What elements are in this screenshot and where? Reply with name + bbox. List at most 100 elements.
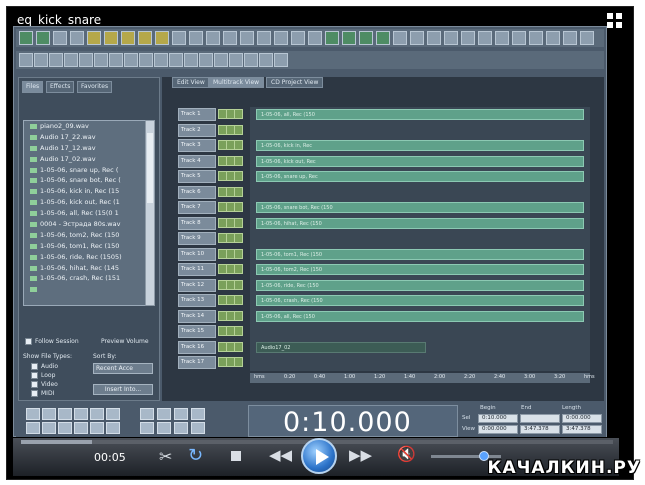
toolbar-button[interactable] [70, 31, 84, 45]
track-lane[interactable] [250, 231, 590, 245]
track-lane[interactable] [250, 123, 590, 137]
audio-clip[interactable]: 1-05-06, kick in, Rec [256, 140, 584, 151]
track-toggle-button[interactable] [234, 310, 243, 321]
toolbar-button[interactable] [529, 31, 543, 45]
track-lane[interactable]: 1-05-06, tom1, Rec (150 [250, 247, 590, 261]
toolbar-button[interactable] [342, 31, 356, 45]
track-header[interactable]: Track 7 [178, 200, 243, 214]
repeat-icon[interactable]: ↻ [188, 445, 203, 466]
list-item[interactable] [24, 284, 146, 295]
track-lane[interactable]: 1-05-06, snare up, Rec [250, 169, 590, 183]
track-header[interactable]: Track 12 [178, 278, 243, 292]
transport-button[interactable] [74, 408, 88, 420]
track-toggle-button[interactable] [234, 264, 243, 274]
toolbar-button[interactable] [49, 53, 63, 67]
track-name[interactable]: Track 11 [178, 263, 216, 276]
list-item[interactable]: Audio 17_22.wav [24, 132, 146, 143]
track-lane[interactable]: 1-05-06, ride, Rec (150 [250, 278, 590, 292]
toolbar-button[interactable] [563, 31, 577, 45]
track-header[interactable]: Track 2 [178, 123, 243, 137]
transport-button[interactable] [26, 408, 40, 420]
track-lane[interactable]: 1-05-06, tom2, Rec (150 [250, 262, 590, 276]
track-lane[interactable]: 1-05-06, all, Rec (150 [250, 309, 590, 323]
mute-icon[interactable]: 🔇 [397, 445, 416, 463]
toolbar-button[interactable] [257, 31, 271, 45]
track-name[interactable]: Track 7 [178, 201, 216, 214]
tab-edit-view[interactable]: Edit View [172, 77, 210, 88]
toolbar-button[interactable] [138, 31, 152, 45]
toolbar-button[interactable] [189, 31, 203, 45]
list-item[interactable]: 1-05-06, crash, Rec (151 [24, 273, 146, 284]
toolbar-button[interactable] [214, 53, 228, 67]
play-button[interactable] [301, 438, 337, 474]
track-name[interactable]: Track 15 [178, 325, 216, 338]
track-toggle-button[interactable] [234, 248, 243, 259]
transport-button[interactable] [26, 422, 40, 434]
track-name[interactable]: Track 1 [178, 108, 216, 121]
track-lane[interactable] [250, 355, 590, 369]
toolbar-button[interactable] [139, 53, 153, 67]
track-name[interactable]: Track 17 [178, 356, 216, 369]
track-toggle-button[interactable] [234, 171, 243, 181]
track-name[interactable]: Track 3 [178, 139, 216, 152]
toolbar-button[interactable] [223, 31, 237, 45]
track-toggle-button[interactable] [234, 202, 243, 212]
track-name[interactable]: Track 5 [178, 170, 216, 183]
track-name[interactable]: Track 4 [178, 154, 216, 168]
sort-by-select[interactable]: Recent Acce [93, 363, 153, 374]
track-header[interactable]: Track 14 [178, 309, 243, 323]
toolbar-button[interactable] [19, 31, 33, 45]
toolbar-button[interactable] [244, 53, 258, 67]
audio-clip[interactable]: 1-05-06, crash, Rec (150 [256, 295, 584, 306]
toolbar-button[interactable] [79, 53, 93, 67]
track-lane[interactable]: 1-05-06, kick out, Rec [250, 154, 590, 168]
track-toggle-button[interactable] [234, 155, 243, 166]
track-lane[interactable] [250, 185, 590, 199]
track-name[interactable]: Track 2 [178, 123, 216, 137]
toolbar-button[interactable] [155, 31, 169, 45]
track-name[interactable]: Track 13 [178, 294, 216, 307]
toolbar-button[interactable] [206, 31, 220, 45]
list-item[interactable]: 1-05-06, snare up, Rec ( [24, 165, 146, 176]
audio-type-checkbox[interactable] [31, 363, 38, 370]
track-header[interactable]: Track 9 [178, 231, 243, 245]
transport-button[interactable] [42, 408, 56, 420]
list-item[interactable]: 1-05-06, kick out, Rec (1 [24, 197, 146, 208]
audio-clip[interactable]: 1-05-06, tom2, Rec (150 [256, 264, 584, 275]
toolbar-button[interactable] [109, 53, 123, 67]
track-header[interactable]: Track 10 [178, 247, 243, 261]
toolbar-button[interactable] [53, 31, 67, 45]
list-item[interactable]: 1-05-06, tom2, Rec (150 [24, 230, 146, 241]
toolbar-button[interactable] [172, 31, 186, 45]
fast-forward-icon[interactable]: ▶▶ [349, 446, 372, 464]
tab-multitrack-view[interactable]: Multitrack View [208, 77, 265, 88]
track-toggle-button[interactable] [234, 186, 243, 197]
toolbar-button[interactable] [580, 31, 594, 45]
track-toggle-button[interactable] [234, 295, 243, 305]
track-lane[interactable]: 1-05-06, snare bot, Rec (150 [250, 200, 590, 214]
toolbar-button[interactable] [229, 53, 243, 67]
track-name[interactable]: Track 9 [178, 232, 216, 245]
audio-clip[interactable]: 1-05-06, all, Rec (150 [256, 109, 584, 120]
toolbar-button[interactable] [461, 31, 475, 45]
stop-icon[interactable] [231, 451, 241, 461]
transport-button[interactable] [90, 422, 104, 434]
toolbar-button[interactable] [512, 31, 526, 45]
audio-clip[interactable]: 1-05-06, ride, Rec (150 [256, 279, 584, 291]
track-toggle-button[interactable] [234, 233, 243, 243]
toolbar-button[interactable] [359, 31, 373, 45]
transport-button[interactable] [58, 408, 72, 420]
toolbar-button[interactable] [259, 53, 273, 67]
track-toggle-button[interactable] [234, 326, 243, 336]
view-length-field[interactable]: 3:47.378 [562, 425, 602, 434]
list-item[interactable]: 1-05-06, ride, Rec (1505) [24, 252, 146, 263]
track-toggle-button[interactable] [234, 357, 243, 367]
track-header[interactable]: Track 15 [178, 324, 243, 338]
view-end-field[interactable]: 3:47.378 [520, 425, 560, 434]
toolbar-button[interactable] [199, 53, 213, 67]
toolbar-button[interactable] [427, 31, 441, 45]
zoom-button[interactable] [140, 408, 154, 420]
list-item[interactable]: 1-05-06, tom1, Rec (150 [24, 241, 146, 252]
track-toggle-button[interactable] [234, 109, 243, 119]
toolbar-button[interactable] [240, 31, 254, 45]
